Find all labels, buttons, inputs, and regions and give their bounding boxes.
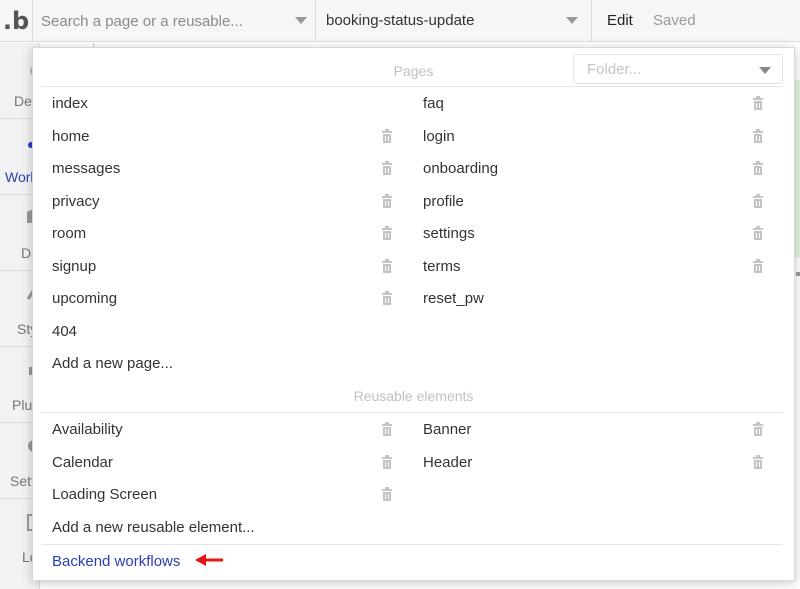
trash-icon[interactable] [382,291,392,305]
page-search-input[interactable] [33,0,315,42]
page-item-faq[interactable]: faq [423,95,444,112]
reusable-section-title: Reusable elements [353,388,474,404]
backend-workflows-link[interactable]: Backend workflows [52,553,180,570]
trash-icon[interactable] [753,226,763,240]
page-dropdown[interactable]: booking-status-update [316,0,592,42]
divider [41,544,783,545]
reusable-item-calendar[interactable]: Calendar [52,454,113,471]
red-arrow-icon [195,554,223,566]
saved-status: Saved [653,12,696,29]
page-item-settings[interactable]: settings [423,225,475,242]
page-item-onboarding[interactable]: onboarding [423,160,498,177]
chevron-down-icon[interactable] [566,17,578,24]
trash-icon[interactable] [382,129,392,143]
page-item-home[interactable]: home [52,128,90,145]
edit-tab[interactable]: Edit [607,12,633,29]
add-new-reusable-link[interactable]: Add a new reusable element... [52,519,255,536]
page-item-404[interactable]: 404 [52,323,77,340]
trash-icon[interactable] [382,487,392,501]
reusable-item-header[interactable]: Header [423,454,472,471]
page-item-profile[interactable]: profile [423,193,464,210]
divider [41,86,783,87]
page-item-terms[interactable]: terms [423,258,461,275]
trash-icon[interactable] [382,455,392,469]
add-new-page-link[interactable]: Add a new page... [52,355,173,372]
reusable-item-availability[interactable]: Availability [52,421,123,438]
page-item-messages[interactable]: messages [52,160,120,177]
current-page-name: booking-status-update [326,12,475,29]
page-item-room[interactable]: room [52,225,86,242]
top-bar: .b booking-status-update Edit Saved [0,0,800,42]
trash-icon[interactable] [382,194,392,208]
chevron-down-icon[interactable] [295,17,307,24]
trash-icon[interactable] [753,161,763,175]
reusable-item-loading-screen[interactable]: Loading Screen [52,486,157,503]
trash-icon[interactable] [753,422,763,436]
trash-icon[interactable] [753,194,763,208]
bubble-logo[interactable]: .b [0,0,32,42]
trash-icon[interactable] [753,259,763,273]
page-search-box[interactable] [32,0,316,42]
trash-icon[interactable] [382,422,392,436]
page-item-index[interactable]: index [52,95,88,112]
trash-icon[interactable] [753,96,763,110]
trash-icon[interactable] [753,455,763,469]
page-item-reset-pw[interactable]: reset_pw [423,290,484,307]
page-item-login[interactable]: login [423,128,455,145]
trash-icon[interactable] [382,259,392,273]
trash-icon[interactable] [382,161,392,175]
trash-icon[interactable] [753,129,763,143]
reusable-item-banner[interactable]: Banner [423,421,471,438]
trash-icon[interactable] [382,226,392,240]
page-picker-popup: Folder... Pages index faq home login mes… [32,47,795,581]
page-item-signup[interactable]: signup [52,258,96,275]
divider [41,412,783,413]
canvas-handle [796,272,800,276]
page-item-upcoming[interactable]: upcoming [52,290,117,307]
pages-section-title: Pages [393,63,434,79]
page-item-privacy[interactable]: privacy [52,193,100,210]
